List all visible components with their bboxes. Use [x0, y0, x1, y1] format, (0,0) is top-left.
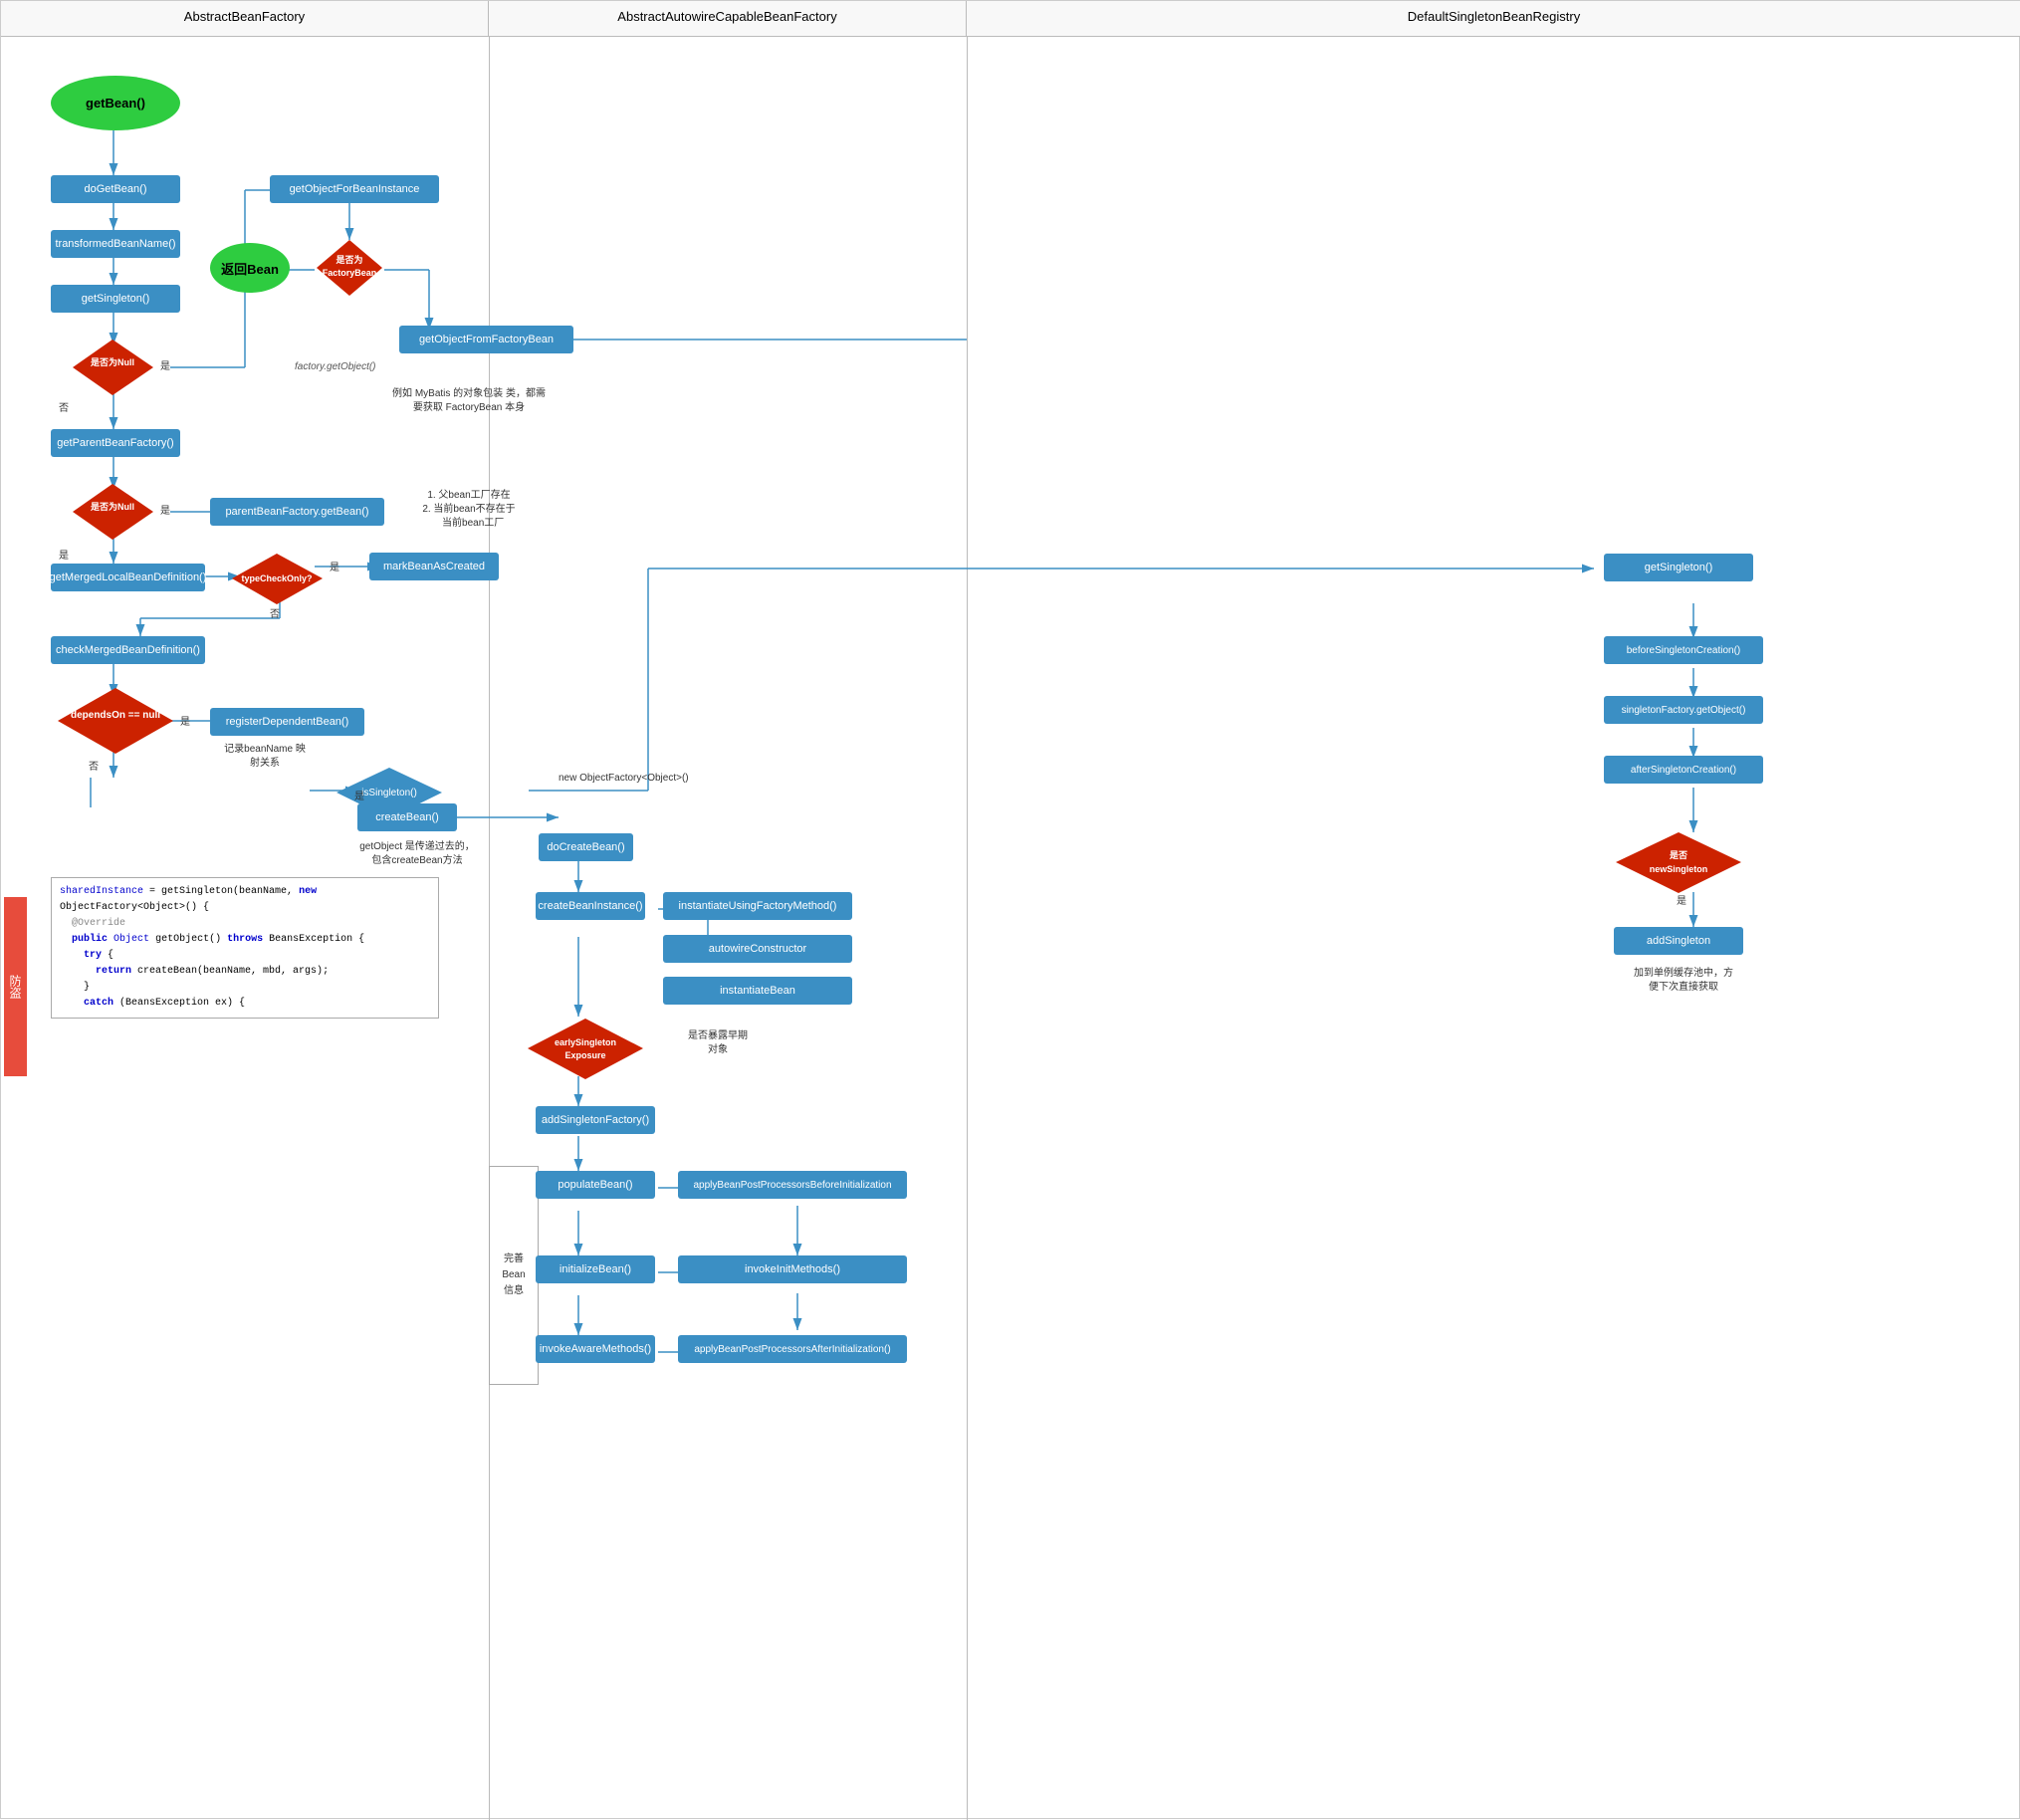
isNull2-diamond: 是否为Null	[71, 482, 155, 542]
typeCheckOnly-yes-label: 是	[330, 559, 339, 573]
getMergedLocalBeanDefinition-node: getMergedLocalBeanDefinition()	[51, 564, 205, 591]
registerDependentBean-node: registerDependentBean()	[210, 708, 364, 736]
svg-text:isSingleton(): isSingleton()	[361, 788, 417, 798]
svg-text:Exposure: Exposure	[564, 1050, 605, 1060]
returnBean-node: 返回Bean	[210, 243, 290, 293]
col-divider-1	[489, 37, 490, 1820]
markBeanAsCreated-node: markBeanAsCreated	[369, 553, 499, 580]
populateBean-node: populateBean()	[536, 1171, 655, 1199]
earlySingletonExposure-diamond: earlySingleton Exposure	[526, 1017, 645, 1081]
svg-text:FactoryBean: FactoryBean	[323, 268, 377, 278]
applyBefore-node: applyBeanPostProcessorsBeforeInitializat…	[678, 1171, 907, 1199]
afterSingletonCreation-node: afterSingletonCreation()	[1604, 756, 1763, 784]
isNull2-no-label: 是	[59, 547, 69, 562]
factoryBean-note: 例如 MyBatis 的对象包装 类，都需要获取 FactoryBean 本身	[389, 387, 549, 415]
getObjectFromFactoryBean-node: getObjectFromFactoryBean	[399, 326, 573, 353]
parentBeanFactoryGetBean-node: parentBeanFactory.getBean()	[210, 498, 384, 526]
doGetBean-node: doGetBean()	[51, 175, 180, 203]
isEarly-note: 是否暴露早期对象	[663, 1029, 773, 1057]
factoryGetObject-label: factory.getObject()	[295, 361, 376, 372]
beforeSingletonCreation-node: beforeSingletonCreation()	[1604, 636, 1763, 664]
isSingleton-yes-label: 是	[354, 788, 364, 802]
getObjectForBeanInstance-node: getObjectForBeanInstance	[270, 175, 439, 203]
singletonFactoryGetObject-node: singletonFactory.getObject()	[1604, 696, 1763, 724]
main-container: AbstractBeanFactory AbstractAutowireCapa…	[0, 0, 2020, 1819]
instantiateBean-node: instantiateBean	[663, 977, 852, 1005]
isNewSingleton-diamond: 是否 newSingleton	[1614, 830, 1743, 895]
svg-text:是否为: 是否为	[335, 254, 362, 265]
initializeBean-node: initializeBean()	[536, 1255, 655, 1283]
code-block: sharedInstance = getSingleton(beanName, …	[51, 877, 439, 1019]
getParentBeanFactory-node: getParentBeanFactory()	[51, 429, 180, 457]
getObject-note: getObject 是传递过去的，包含createBean方法	[357, 840, 477, 868]
svg-text:earlySingleton: earlySingleton	[555, 1037, 616, 1047]
addSingleton-node: addSingleton	[1614, 927, 1743, 955]
beanName-note: 记录beanName 映射关系	[210, 743, 320, 771]
invokeAwareMethods-node: invokeAwareMethods()	[536, 1335, 655, 1363]
isNull1-yes-label: 是	[160, 357, 170, 372]
isNewSingleton-yes-label: 是	[1677, 892, 1686, 907]
doCreateBean-node: doCreateBean()	[539, 833, 633, 861]
svg-text:是否为Null: 是否为Null	[90, 356, 134, 367]
getBean-node: getBean()	[51, 76, 180, 130]
autowireConstructor-node: autowireConstructor	[663, 935, 852, 963]
transformedBeanName-node: transformedBeanName()	[51, 230, 180, 258]
isNull1-diamond: 是否为Null	[71, 338, 155, 397]
invokeInitMethods-node: invokeInitMethods()	[678, 1255, 907, 1283]
typeCheckOnly-no-label: 否	[270, 605, 280, 620]
parentBean-note: 1. 父bean工厂存在2. 当前bean不存在于 当前bean工厂	[394, 489, 544, 531]
svg-text:dependsOn == null: dependsOn == null	[71, 710, 160, 721]
side-label: 防盗	[4, 897, 27, 1076]
dependsOn-yes-label: 是	[180, 713, 190, 728]
addSingletonFactory-node: addSingletonFactory()	[536, 1106, 655, 1134]
col-divider-2	[967, 37, 968, 1820]
isFactoryBean-diamond: 是否为 FactoryBean	[315, 238, 384, 298]
isNull2-yes-label: 是	[160, 502, 170, 517]
svg-text:typeCheckOnly?: typeCheckOnly?	[241, 573, 312, 583]
typeCheckOnly-diamond: typeCheckOnly?	[230, 552, 325, 606]
dependsOn-diamond: dependsOn == null	[56, 686, 175, 756]
column-headers: AbstractBeanFactory AbstractAutowireCapa…	[1, 1, 2020, 37]
col2-header: AbstractAutowireCapableBeanFactory	[489, 1, 967, 36]
createBeanInstance-node: createBeanInstance()	[536, 892, 645, 920]
checkMergedBeanDefinition-node: checkMergedBeanDefinition()	[51, 636, 205, 664]
dependsOn-no-label: 否	[89, 758, 99, 773]
svg-text:newSingleton: newSingleton	[1650, 864, 1708, 874]
completeBeanInfo-label: 完善Bean信息	[489, 1166, 539, 1385]
getSingleton1-node: getSingleton()	[51, 285, 180, 313]
svg-text:是否为Null: 是否为Null	[90, 501, 134, 512]
col3-header: DefaultSingletonBeanRegistry	[967, 1, 2020, 36]
addSingleton-note: 加到单例缓存池中，方便下次直接获取	[1584, 967, 1783, 995]
svg-text:是否: 是否	[1669, 850, 1687, 860]
getSingleton2-node: getSingleton()	[1604, 554, 1753, 581]
instantiateUsingFactoryMethod-node: instantiateUsingFactoryMethod()	[663, 892, 852, 920]
col1-header: AbstractBeanFactory	[1, 1, 489, 36]
createBean-node: createBean()	[357, 803, 457, 831]
applyAfter-node: applyBeanPostProcessorsAfterInitializati…	[678, 1335, 907, 1363]
isNull1-no-label: 否	[59, 399, 69, 414]
newObjectFactory-label: new ObjectFactory<Object>()	[559, 773, 689, 784]
